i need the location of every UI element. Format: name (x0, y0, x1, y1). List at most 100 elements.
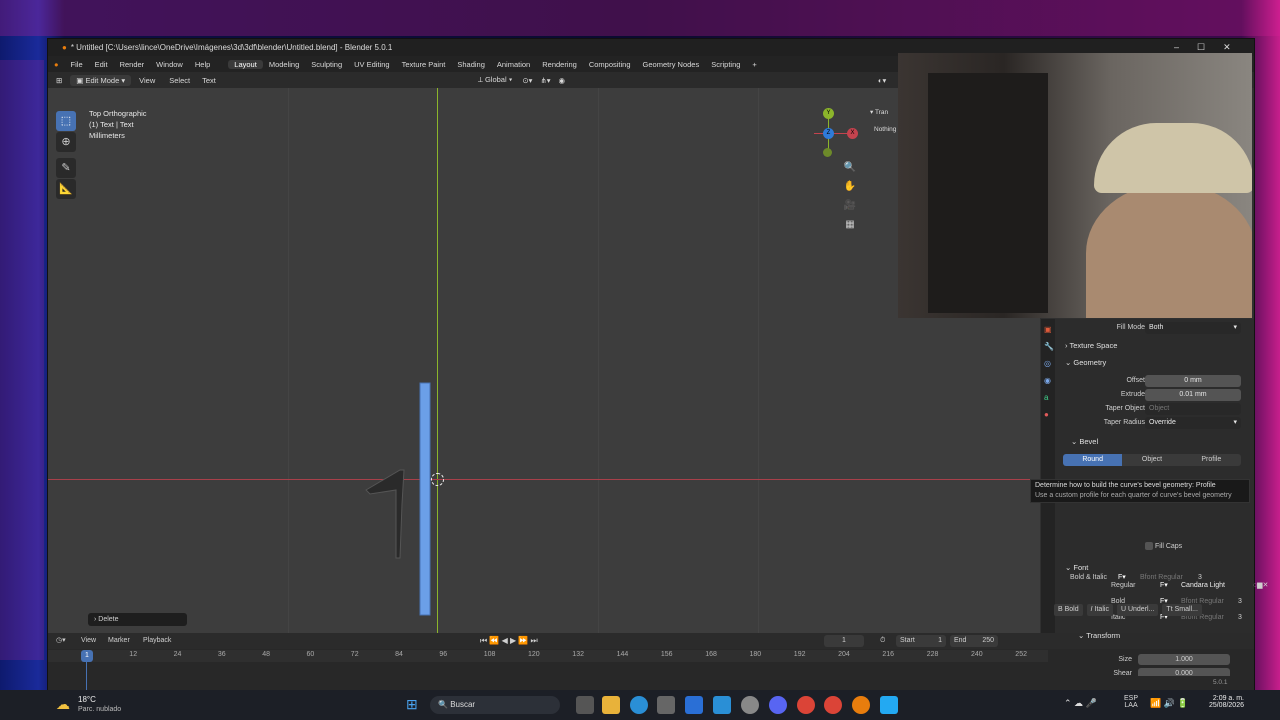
gizmo-y-axis[interactable]: Y (823, 108, 834, 119)
timeline-editor-icon[interactable]: ◷▾ (56, 633, 66, 649)
taskbar-search[interactable]: 🔍 Buscar (430, 696, 560, 714)
style-smallcaps-button[interactable]: Tt Small... (1162, 604, 1202, 616)
annotate-tool-icon[interactable]: ✎ (56, 158, 76, 178)
modifier-tab-icon[interactable]: 🔧 (1044, 342, 1055, 351)
ortho-grid-icon[interactable]: ▦ (843, 218, 857, 232)
file-explorer-icon[interactable] (602, 696, 620, 714)
timeline-ruler[interactable]: 1 12 24 36 48 60 72 84 96 108 120 132 144 156 168 180 19… (48, 650, 1048, 662)
app-icon[interactable] (685, 696, 703, 714)
store-icon[interactable] (657, 696, 675, 714)
bevel-mode-profile[interactable]: Profile (1181, 454, 1241, 466)
mode-select[interactable]: ▣ Edit Mode ▾ (70, 74, 132, 86)
menu-edit[interactable]: Edit (89, 60, 114, 69)
cursor-tool-icon[interactable]: ⊕ (56, 132, 76, 152)
material-tab-icon[interactable]: ● (1044, 410, 1055, 419)
start-frame-field[interactable]: Start 1 (896, 635, 946, 647)
close-icon[interactable]: ✕ (1223, 42, 1231, 52)
fill-mode-select[interactable]: Both ▾ (1145, 322, 1241, 334)
tab-texture-paint[interactable]: Texture Paint (396, 60, 452, 69)
clock[interactable]: 2:09 a. m. 25/08/2026 (1202, 695, 1244, 709)
menu-help[interactable]: Help (189, 60, 216, 69)
style-underline-button[interactable]: U Underl... (1116, 604, 1159, 616)
bevel-mode-object[interactable]: Object (1122, 454, 1182, 466)
font-actions-icon[interactable]: ◌▆✕ (1253, 579, 1268, 593)
timeline-marker-menu[interactable]: Marker (108, 633, 130, 649)
bevel-header[interactable]: ⌄ Bevel (1055, 435, 1268, 449)
gizmo-neg-y[interactable] (823, 148, 832, 157)
select-box-tool-icon[interactable]: ⬚ (56, 111, 76, 131)
viewport-shading-icon[interactable]: ◐▾ (878, 76, 886, 85)
timeline-view-menu[interactable]: View (81, 633, 96, 649)
zoom-icon[interactable]: 🔍 (843, 161, 857, 175)
object-tab-icon[interactable]: ▣ (1044, 325, 1055, 334)
sidebar-tab[interactable]: ▾ Tran (870, 108, 888, 116)
language-indicator[interactable]: ESP LAA (1124, 695, 1138, 709)
current-frame-field[interactable]: 1 (824, 635, 864, 647)
chatgpt-icon[interactable] (741, 696, 759, 714)
measure-tool-icon[interactable]: 📐 (56, 179, 76, 199)
tab-shading[interactable]: Shading (451, 60, 491, 69)
weather-temp[interactable]: 18°C (78, 695, 96, 704)
font-bold-italic-value[interactable]: Bfont Regular (1140, 572, 1183, 584)
gizmo-z-axis[interactable]: Z (823, 128, 834, 139)
minimize-icon[interactable]: – (1174, 42, 1179, 52)
menu-file[interactable]: File (65, 60, 89, 69)
maximize-icon[interactable]: ☐ (1197, 42, 1205, 52)
style-bold-button[interactable]: B Bold (1054, 604, 1083, 616)
blender-menu-icon[interactable]: ● (48, 60, 65, 69)
style-italic-button[interactable]: 𝐼 Italic (1086, 604, 1113, 616)
extrude-field[interactable]: 0.01 mm (1145, 389, 1241, 401)
tab-geometry-nodes[interactable]: Geometry Nodes (637, 60, 706, 69)
network-volume-icons[interactable]: 📶 🔊 🔋 (1150, 698, 1189, 709)
transform-header[interactable]: ⌄ Transform (1078, 631, 1120, 640)
text-object[interactable] (348, 378, 508, 628)
physics-tab-icon[interactable]: ◉ (1044, 376, 1055, 385)
taper-object-field[interactable]: Object (1145, 403, 1241, 415)
windows-start-icon[interactable]: ⊞ (406, 696, 418, 713)
taper-radius-select[interactable]: Override ▾ (1145, 417, 1241, 429)
snap-icon[interactable]: ⋔▾ (536, 76, 554, 85)
tab-animation[interactable]: Animation (491, 60, 536, 69)
tab-sculpting[interactable]: Sculpting (305, 60, 348, 69)
edge-icon[interactable] (630, 696, 648, 714)
offset-field[interactable]: 0 mm (1145, 375, 1241, 387)
menu-window[interactable]: Window (150, 60, 189, 69)
task-view-icon[interactable] (576, 696, 594, 714)
navigation-gizmo[interactable]: Y X Z (810, 108, 858, 160)
end-frame-field[interactable]: End 250 (950, 635, 998, 647)
menu-render[interactable]: Render (114, 60, 151, 69)
pivot-icon[interactable]: ⊙▾ (518, 76, 536, 85)
bevel-mode-round[interactable]: Round (1063, 454, 1123, 466)
preview-range-icon[interactable]: ⏱ (880, 633, 885, 649)
timeline-playback-menu[interactable]: Playback (143, 633, 171, 649)
tab-compositing[interactable]: Compositing (583, 60, 637, 69)
tab-scripting[interactable]: Scripting (705, 60, 746, 69)
pan-hand-icon[interactable]: ✋ (843, 180, 857, 194)
tray-icons[interactable]: ⌃ ☁ 🎤 (1064, 698, 1097, 709)
tab-uv-editing[interactable]: UV Editing (348, 60, 395, 69)
menu-text[interactable]: Text (196, 76, 222, 85)
orientation-select[interactable]: ⟂ Global ▾ (472, 75, 519, 85)
outlook-icon[interactable] (713, 696, 731, 714)
shear-field[interactable]: 0.000 (1138, 668, 1230, 676)
chrome-profile-icon[interactable] (824, 696, 842, 714)
gizmo-x-axis[interactable]: X (847, 128, 858, 139)
fill-caps-checkbox[interactable]: Fill Caps (1145, 540, 1241, 554)
chrome-icon[interactable] (797, 696, 815, 714)
playhead[interactable]: 1 (81, 650, 93, 662)
playback-controls[interactable]: ⏮ ⏪ ◀ ▶ ⏩ ⏭ (480, 633, 538, 649)
geometry-header[interactable]: ⌄ Geometry (1055, 356, 1268, 370)
texture-space-header[interactable]: › Texture Space (1055, 339, 1268, 353)
3d-viewport[interactable]: ⬚ ⊕ ✎ 📐 Top Orthographic (1) Text | Text… (48, 88, 1040, 633)
vscode-icon[interactable] (880, 696, 898, 714)
text-data-tab-icon[interactable]: a (1044, 393, 1055, 402)
menu-select[interactable]: Select (163, 76, 196, 85)
add-workspace-button[interactable]: + (746, 60, 762, 69)
last-operator-panel[interactable]: › Delete (88, 613, 187, 626)
menu-view[interactable]: View (131, 76, 163, 85)
weather-icon[interactable]: ☁ (56, 696, 70, 713)
discord-icon[interactable] (769, 696, 787, 714)
particles-tab-icon[interactable]: ◎ (1044, 359, 1055, 368)
camera-view-icon[interactable]: 🎥 (843, 199, 857, 213)
tab-layout[interactable]: Layout (228, 59, 263, 69)
